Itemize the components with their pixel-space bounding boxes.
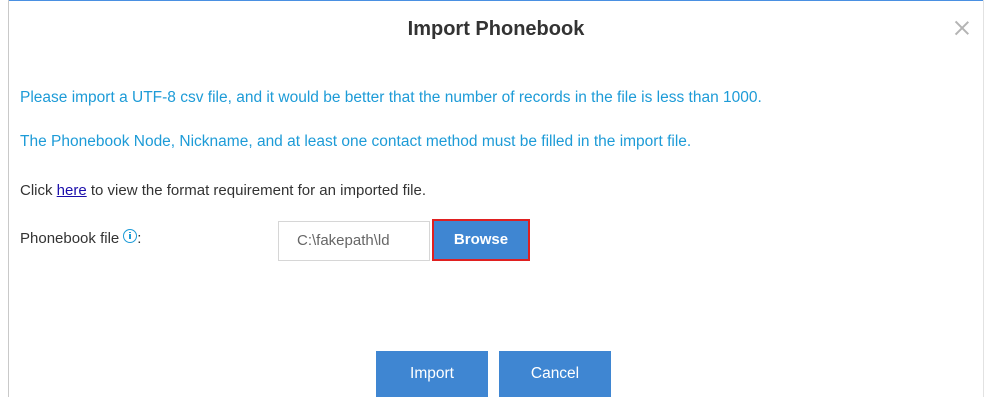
phonebook-file-label: Phonebook file : [20,228,142,247]
import-button[interactable]: Import [376,351,488,397]
dialog-right-border [983,0,984,397]
browse-button[interactable]: Browse [432,219,530,261]
dialog-left-border [8,0,9,397]
format-suffix: to view the format requirement for an im… [86,182,427,199]
dialog-title: Import Phonebook [407,18,585,40]
info-icon[interactable] [123,228,138,243]
format-requirement-text: Click here to view the format requiremen… [20,182,426,199]
close-icon[interactable] [954,20,970,36]
dialog-top-border [8,0,984,1]
phonebook-file-label-text: Phonebook file [20,230,120,247]
format-help-link[interactable]: here [57,182,87,199]
csv-format-note: Please import a UTF-8 csv file, and it w… [20,89,762,106]
required-fields-note: The Phonebook Node, Nickname, and at lea… [20,133,692,150]
import-phonebook-dialog: Import Phonebook Please import a UTF-8 c… [0,0,992,397]
format-prefix: Click [20,182,57,199]
phonebook-file-label-colon: : [137,230,142,247]
phonebook-file-path-field[interactable]: C:\fakepath\ld [278,221,430,261]
cancel-button[interactable]: Cancel [499,351,611,397]
